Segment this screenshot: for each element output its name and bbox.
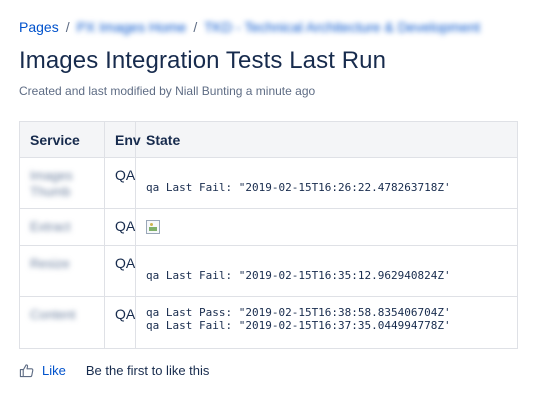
service-name: Images Thumb	[30, 168, 73, 199]
test-results-table: Service Env State Images Thumb QA qa Las…	[19, 121, 518, 349]
table-row: Extract QA	[19, 208, 518, 246]
breadcrumb-separator: /	[193, 19, 198, 35]
column-header-state: State	[135, 121, 518, 158]
state-cell: qa Last Pass: "2019-02-15T16:38:58.83540…	[146, 306, 507, 332]
state-line: qa Last Pass: "2019-02-15T16:38:58.83540…	[146, 306, 451, 319]
env-cell: QA	[104, 208, 136, 246]
thumbs-up-icon	[19, 364, 34, 378]
table-row: Images Thumb QA qa Last Fail: "2019-02-1…	[19, 157, 518, 209]
service-name: Extract	[30, 219, 71, 234]
page-title: Images Integration Tests Last Run	[19, 47, 387, 74]
breadcrumb-item-parent-page[interactable]: TKD - Technical Architecture & Developme…	[204, 19, 480, 35]
like-note: Be the first to like this	[85, 363, 210, 378]
state-cell: qa Last Fail: "2019-02-15T16:26:22.47826…	[146, 167, 507, 194]
breadcrumb-separator: /	[65, 19, 70, 35]
env-cell: QA	[104, 296, 136, 349]
table-row: Resize QA qa Last Fail: "2019-02-15T16:3…	[19, 245, 518, 297]
service-name: Content	[30, 307, 76, 322]
table-header-row: Service Env State	[19, 121, 518, 158]
column-header-env: Env	[104, 121, 141, 158]
breadcrumb: Pages / PX Images Home / TKD - Technical Arc…	[19, 19, 480, 35]
like-label: Like	[42, 363, 66, 378]
state-line: qa Last Fail: "2019-02-15T16:37:35.04499…	[146, 319, 451, 332]
table-row: Content QA qa Last Pass: "2019-02-15T16:…	[19, 296, 518, 349]
column-header-service: Service	[19, 121, 105, 158]
state-cell: qa Last Fail: "2019-02-15T16:35:12.96294…	[146, 255, 507, 282]
breadcrumb-item-pages[interactable]: Pages	[19, 19, 59, 35]
service-name: Resize	[30, 256, 70, 271]
breadcrumb-item-space-home[interactable]: PX Images Home	[77, 19, 187, 35]
like-bar: Like Be the first to like this	[19, 363, 209, 378]
page-byline: Created and last modified by Niall Bunti…	[19, 84, 316, 98]
state-line: qa Last Fail: "2019-02-15T16:26:22.47826…	[146, 181, 451, 194]
env-cell: QA	[104, 157, 136, 209]
env-cell: QA	[104, 245, 136, 297]
like-button[interactable]: Like	[19, 363, 66, 378]
state-line: qa Last Fail: "2019-02-15T16:35:12.96294…	[146, 269, 451, 282]
broken-image-icon	[146, 220, 160, 234]
